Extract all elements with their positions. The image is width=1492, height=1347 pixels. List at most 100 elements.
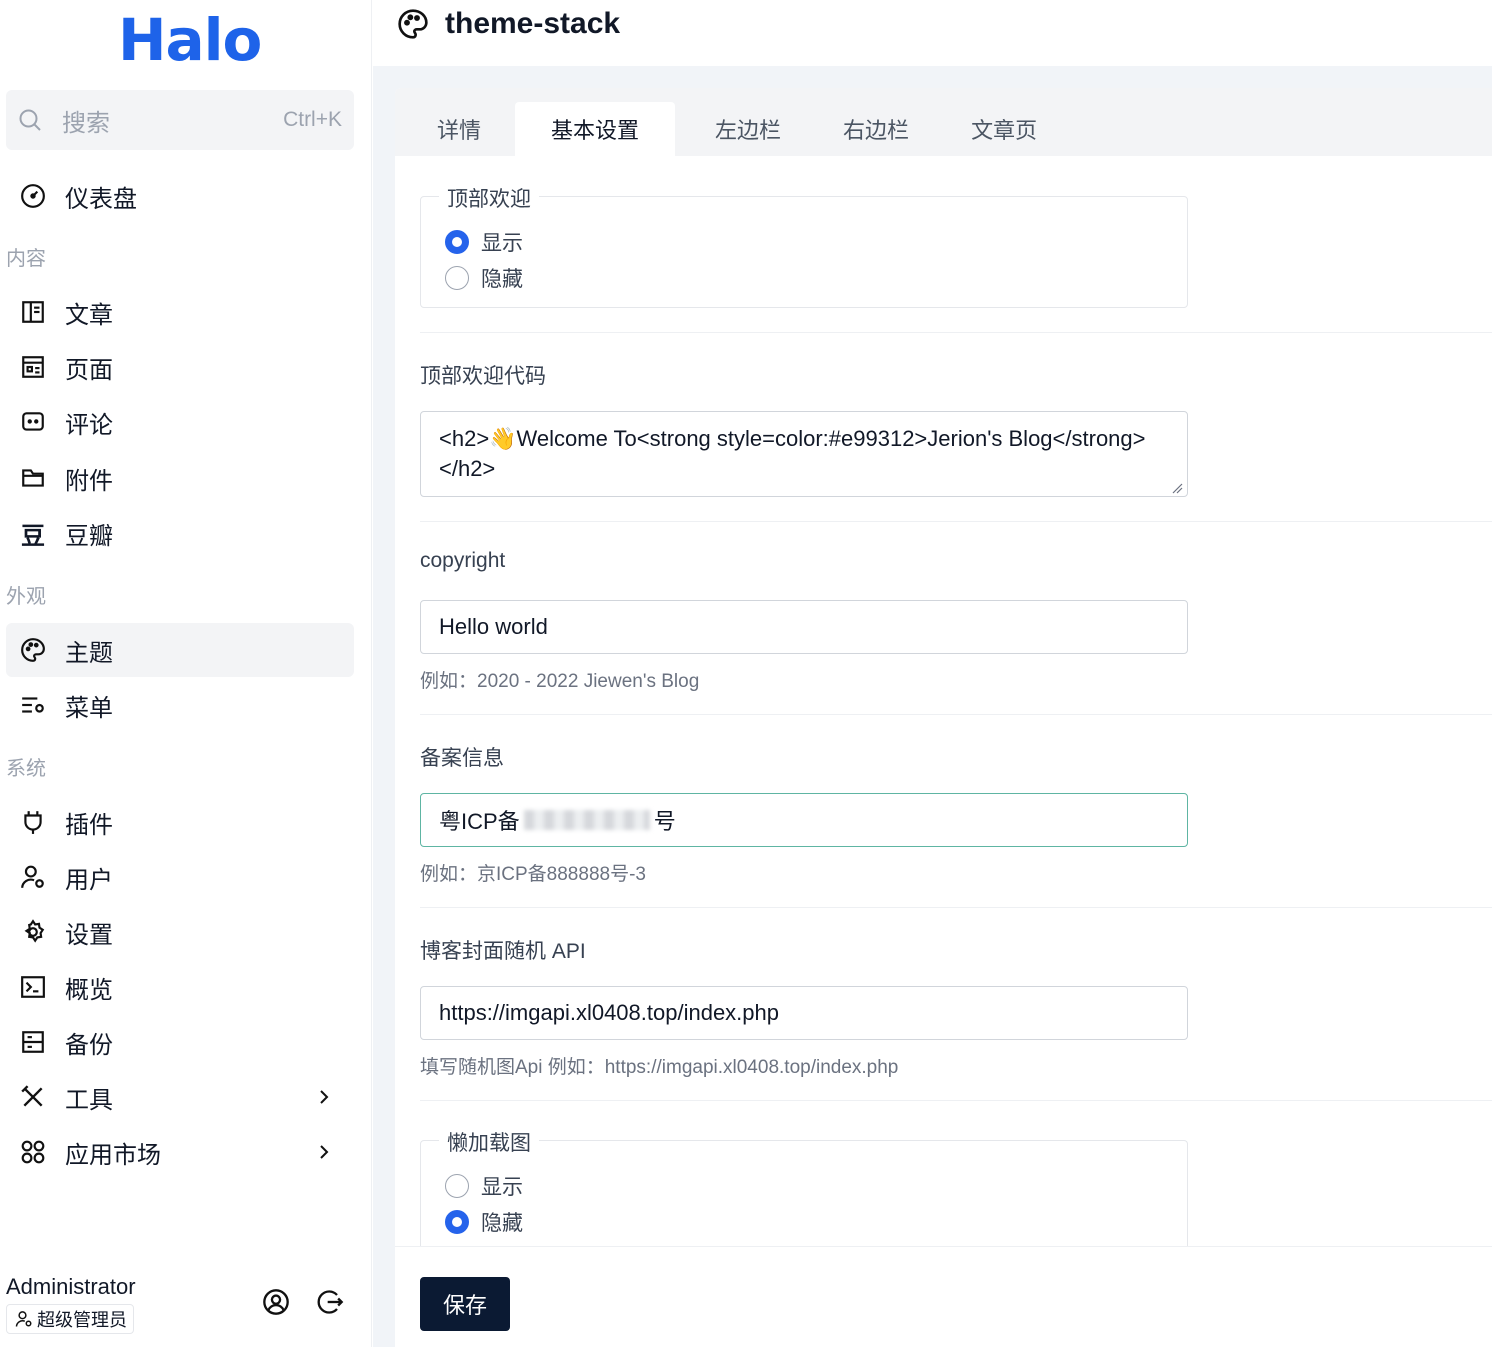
profile-icon[interactable] xyxy=(262,1288,290,1316)
main-area: theme-stack 详情 基本设置 左边栏 右边栏 文章页 顶部欢迎 显示 … xyxy=(373,0,1492,1347)
search-placeholder: 搜索 xyxy=(62,109,110,137)
role-badge: 超级管理员 xyxy=(6,1304,134,1334)
sidebar-item-menus[interactable]: 菜单 xyxy=(6,678,354,732)
tab-bar: 详情 基本设置 左边栏 右边栏 文章页 xyxy=(395,88,1492,156)
plug-icon xyxy=(19,808,47,836)
sidebar-item-label: 概览 xyxy=(65,976,113,1004)
page-header: theme-stack xyxy=(373,0,1492,66)
terminal-icon xyxy=(19,973,47,1001)
sidebar-item-overview[interactable]: 概览 xyxy=(6,960,354,1014)
top-welcome-fieldset: 顶部欢迎 显示 隐藏 xyxy=(420,183,1188,308)
sidebar-item-label: 插件 xyxy=(65,811,113,839)
sidebar-item-settings[interactable]: 设置 xyxy=(6,905,354,959)
sidebar-item-app-market[interactable]: 应用市场 xyxy=(6,1125,354,1179)
divider xyxy=(420,332,1492,333)
tab-basic-settings[interactable]: 基本设置 xyxy=(515,102,676,156)
page-icon xyxy=(19,353,47,381)
apps-icon xyxy=(19,1138,47,1166)
menu-settings-icon xyxy=(19,691,47,719)
gear-icon xyxy=(19,918,47,946)
top-welcome-code-label: 顶部欢迎代码 xyxy=(420,365,546,388)
sidebar-item-attachments[interactable]: 附件 xyxy=(6,451,354,505)
radio-label: 显示 xyxy=(481,232,523,255)
tab-right-sidebar[interactable]: 右边栏 xyxy=(821,102,931,156)
book-icon xyxy=(19,298,47,326)
halo-logo[interactable]: Halo xyxy=(118,6,262,74)
tab-left-sidebar[interactable]: 左边栏 xyxy=(693,102,803,156)
copyright-label: copyright xyxy=(420,549,506,572)
sidebar-item-label: 评论 xyxy=(65,411,113,439)
top-welcome-show-option[interactable]: 显示 xyxy=(445,227,523,257)
sidebar-item-pages[interactable]: 页面 xyxy=(6,340,354,394)
divider xyxy=(420,521,1492,522)
cover-api-input[interactable]: https://imgapi.xl0408.top/index.php xyxy=(420,986,1188,1040)
resize-handle-icon[interactable] xyxy=(1171,482,1183,494)
search-box[interactable]: 搜索 Ctrl+K xyxy=(6,90,354,150)
lazy-load-show-option[interactable]: 显示 xyxy=(445,1171,523,1201)
divider xyxy=(420,714,1492,715)
radio-hide[interactable] xyxy=(445,266,469,290)
sidebar-item-dashboard[interactable]: 仪表盘 xyxy=(6,169,354,223)
section-appearance: 外观 xyxy=(6,586,46,608)
radio-show[interactable] xyxy=(445,230,469,254)
search-shortcut: Ctrl+K xyxy=(283,108,342,131)
sidebar-item-label: 主题 xyxy=(65,639,113,667)
cover-api-help: 填写随机图Api 例如：https://imgapi.xl0408.top/in… xyxy=(420,1057,899,1078)
sidebar-item-label: 页面 xyxy=(65,356,113,384)
radio-show[interactable] xyxy=(445,1174,469,1198)
douban-icon: 豆 xyxy=(21,522,45,550)
top-welcome-hide-option[interactable]: 隐藏 xyxy=(445,263,523,293)
sidebar-item-label: 设置 xyxy=(65,921,113,949)
page-title: theme-stack xyxy=(445,7,621,40)
sidebar-item-label: 应用市场 xyxy=(65,1141,161,1169)
sidebar-item-label: 备份 xyxy=(65,1031,113,1059)
sidebar-item-tools[interactable]: 工具 xyxy=(6,1070,354,1124)
section-system: 系统 xyxy=(6,758,46,780)
top-welcome-legend: 顶部欢迎 xyxy=(439,183,539,213)
chevron-right-icon xyxy=(320,1145,329,1159)
radio-label: 隐藏 xyxy=(481,268,523,291)
divider xyxy=(420,1100,1492,1101)
icp-label: 备案信息 xyxy=(420,747,504,770)
folder-icon xyxy=(19,464,47,492)
cover-api-label: 博客封面随机 API xyxy=(420,940,586,963)
tab-details[interactable]: 详情 xyxy=(415,102,503,156)
sidebar-item-plugins[interactable]: 插件 xyxy=(6,795,354,849)
sidebar: Halo 搜索 Ctrl+K 仪表盘 内容 文章 页面 评论 附件 豆 豆瓣 外… xyxy=(0,0,372,1347)
section-content: 内容 xyxy=(6,248,46,270)
sidebar-item-label: 工具 xyxy=(65,1086,113,1114)
top-welcome-code-textarea[interactable]: <h2>👋Welcome To<strong style=color:#e993… xyxy=(420,411,1188,497)
tab-post-page[interactable]: 文章页 xyxy=(949,102,1059,156)
chevron-right-icon xyxy=(320,1090,329,1104)
palette-icon xyxy=(19,636,47,664)
user-actions xyxy=(262,1288,344,1316)
sidebar-item-label: 附件 xyxy=(65,467,113,495)
sidebar-item-posts[interactable]: 文章 xyxy=(6,285,354,339)
sidebar-item-label: 文章 xyxy=(65,301,113,329)
role-label: 超级管理员 xyxy=(37,1310,127,1330)
sidebar-item-users[interactable]: 用户 xyxy=(6,850,354,904)
icp-input[interactable]: 粤ICP备 号 xyxy=(420,793,1188,847)
tools-icon xyxy=(19,1083,47,1111)
form-footer xyxy=(395,1246,1492,1347)
radio-hide[interactable] xyxy=(445,1210,469,1234)
lazy-load-hide-option[interactable]: 隐藏 xyxy=(445,1207,523,1237)
sidebar-item-themes[interactable]: 主题 xyxy=(6,623,354,677)
user-name: Administrator xyxy=(6,1274,136,1299)
logout-icon[interactable] xyxy=(316,1288,344,1316)
divider xyxy=(420,907,1492,908)
copyright-input[interactable]: Hello world xyxy=(420,600,1188,654)
palette-icon xyxy=(398,9,428,39)
sidebar-item-label: 菜单 xyxy=(65,694,113,722)
user-profile: Administrator 超级管理员 xyxy=(6,1274,136,1334)
sidebar-item-backup[interactable]: 备份 xyxy=(6,1015,354,1069)
comment-icon xyxy=(19,408,47,436)
sidebar-item-comments[interactable]: 评论 xyxy=(6,395,354,449)
icp-value-prefix: 粤ICP备 xyxy=(439,809,520,834)
sidebar-item-douban[interactable]: 豆 豆瓣 xyxy=(6,506,354,560)
save-button[interactable]: 保存 xyxy=(420,1277,510,1331)
dashboard-icon xyxy=(19,182,47,210)
sidebar-item-label: 用户 xyxy=(65,866,113,894)
backup-icon xyxy=(19,1028,47,1056)
settings-card: 详情 基本设置 左边栏 右边栏 文章页 顶部欢迎 显示 隐藏 顶部欢迎代码 <h… xyxy=(395,88,1492,1347)
